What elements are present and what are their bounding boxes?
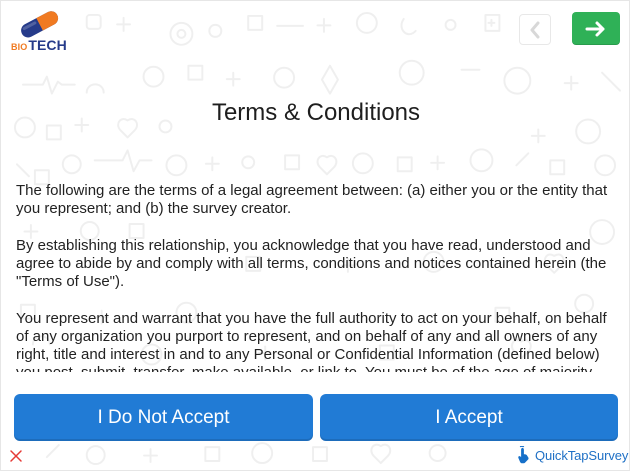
chevron-left-icon bbox=[530, 21, 540, 38]
next-button[interactable] bbox=[572, 12, 620, 45]
arrow-right-icon bbox=[585, 21, 605, 36]
terms-text: The following are the terms of a legal a… bbox=[16, 182, 617, 372]
close-icon[interactable] bbox=[9, 449, 23, 463]
brand-footer-text: QuickTapSurvey bbox=[535, 447, 629, 463]
brand-wordmark-prefix: BIO bbox=[11, 42, 28, 52]
brand-wordmark-name: TECH bbox=[28, 37, 67, 53]
terms-paragraph: The following are the terms of a legal a… bbox=[16, 182, 608, 217]
tap-hand-icon bbox=[518, 446, 529, 464]
terms-paragraph: You represent and warrant that you have … bbox=[16, 310, 607, 372]
accept-button[interactable]: I Accept bbox=[320, 394, 618, 441]
back-button[interactable] bbox=[519, 14, 551, 45]
decline-button[interactable]: I Do Not Accept bbox=[14, 394, 313, 441]
survey-screen: BIO TECH Terms & Conditions The followin… bbox=[0, 0, 630, 471]
terms-paragraph: By establishing this relationship, you a… bbox=[16, 237, 607, 290]
page-title: Terms & Conditions bbox=[211, 99, 421, 126]
brand-wordmark: BIO TECH bbox=[11, 37, 67, 53]
biotech-logo: BIO TECH bbox=[9, 7, 73, 53]
capsule-logo-icon bbox=[21, 11, 59, 38]
quicktapsurvey-brand: QuickTapSurvey bbox=[517, 445, 628, 465]
